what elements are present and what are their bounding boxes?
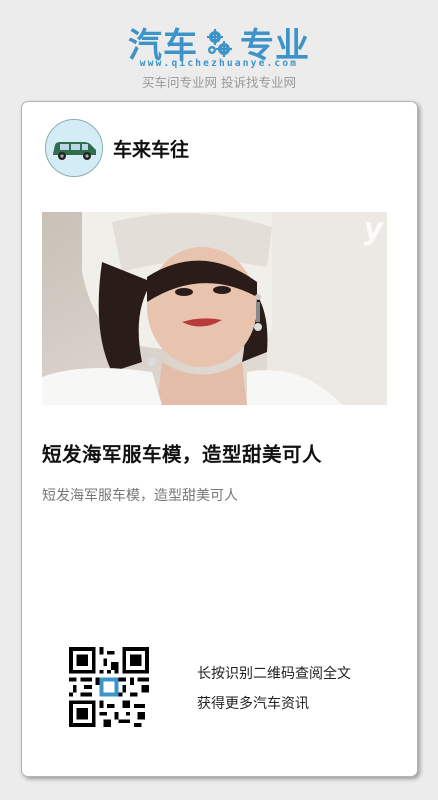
site-slogan: 买车问专业网 投诉找专业网 — [142, 75, 296, 90]
gear-icon — [207, 28, 232, 57]
more-info-prompt: 获得更多汽车资讯 — [197, 696, 309, 712]
site-header: 汽车 专业 www.qichezhuanye.com 买车问专业网 投诉找专业网 — [0, 0, 438, 98]
author-name: 车来车往 — [113, 139, 190, 161]
car-icon — [46, 120, 102, 176]
car-avatar — [45, 119, 103, 177]
hero-caption: y — [363, 212, 383, 247]
scan-qr-prompt: 长按识别二维码查阅全文 — [197, 666, 351, 682]
hero-image: y — [42, 212, 387, 405]
qr-code-icon[interactable] — [69, 647, 149, 727]
article-card: 车来车往 y 短发海军服车模，造型甜美可人 短发海军服车模，造型甜美可人 长按识… — [21, 101, 418, 777]
photo-woman-in-sailor-hat — [42, 212, 387, 405]
article-subtitle: 短发海军服车模，造型甜美可人 — [42, 488, 238, 504]
article-title: 短发海军服车模，造型甜美可人 — [42, 443, 323, 466]
site-domain[interactable]: www.qichezhuanye.com — [0, 58, 438, 69]
